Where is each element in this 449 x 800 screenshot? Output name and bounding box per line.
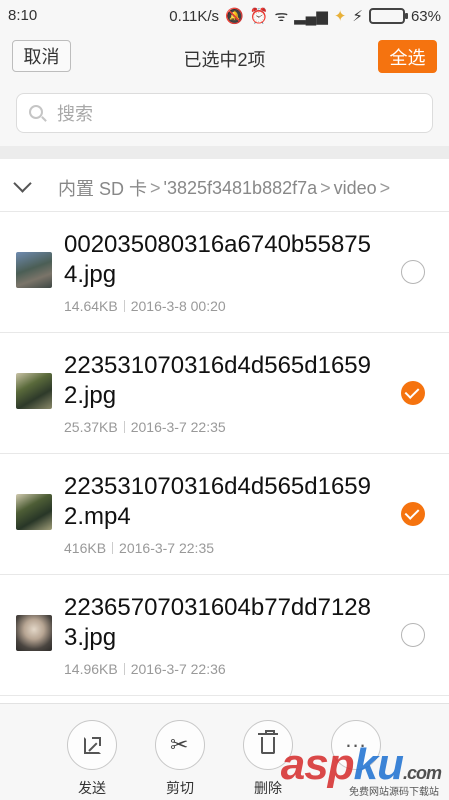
breadcrumb-separator: > — [320, 177, 331, 198]
signal-icon: ▂▄▆ — [294, 8, 328, 25]
section-divider — [0, 146, 449, 159]
breadcrumb-separator: > — [379, 177, 391, 198]
action-bar: 取消 已选中2项 全选 — [0, 32, 449, 82]
file-size: 25.37KB — [64, 419, 118, 435]
cut-button[interactable]: ✂ 剪切 — [152, 720, 208, 798]
select-all-button[interactable]: 全选 — [378, 40, 437, 73]
checkbox[interactable] — [401, 623, 425, 647]
send-label: 发送 — [78, 780, 106, 796]
file-size: 14.64KB — [64, 298, 118, 314]
file-meta: 14.96KB 2016-3-7 22:36 — [64, 661, 226, 677]
mute-icon: 🔕 — [225, 8, 244, 25]
search-box[interactable] — [16, 93, 433, 133]
list-item[interactable]: 223531070316d4d565d16592.jpg 25.37KB 2016… — [0, 333, 449, 454]
search-icon — [29, 105, 43, 119]
status-bar: 8:10 0.11K/s 🔕 ⏰ ᯤ ▂▄▆ ✦ ⚡ 63% — [0, 0, 449, 32]
checkbox[interactable] — [401, 260, 425, 284]
file-thumbnail — [16, 373, 52, 409]
breadcrumb-item-video[interactable]: video — [334, 178, 377, 199]
file-size: 416KB — [64, 540, 107, 556]
file-size: 14.96KB — [64, 661, 118, 677]
charging-icon: ⚡ — [352, 8, 363, 25]
battery-percent: 63% — [410, 7, 441, 25]
file-name: 223531070316d4d565d16592.mp4 — [64, 473, 371, 530]
status-time: 8:10 — [8, 7, 38, 24]
checkbox[interactable] — [401, 502, 425, 526]
file-thumbnail — [16, 494, 52, 530]
file-name: 22365707031604b77dd71283.jpg — [64, 594, 371, 651]
scissors-icon: ✂ — [170, 732, 189, 757]
chevron-down-icon[interactable] — [13, 174, 32, 193]
breadcrumb-item-sdcard[interactable]: 内置 SD 卡 — [58, 175, 147, 201]
file-meta: 14.64KB 2016-3-8 00:20 — [64, 298, 226, 314]
file-name: 223531070316d4d565d16592.jpg — [64, 352, 371, 409]
share-icon — [84, 737, 101, 754]
watermark-tagline: 免费网站源码下载站 — [349, 787, 439, 798]
list-item[interactable]: 22365707031604b77dd71283.jpg 14.96KB 2016… — [0, 575, 449, 696]
file-meta: 416KB 2016-3-7 22:35 — [64, 540, 214, 556]
file-thumbnail — [16, 252, 52, 288]
status-icons: 0.11K/s 🔕 ⏰ ᯤ ▂▄▆ ✦ ⚡ 63% — [169, 6, 441, 26]
list-item[interactable]: 002035080316a6740b558754.jpg 14.64KB 2016… — [0, 212, 449, 333]
wifi-icon: ᯤ — [274, 8, 289, 25]
bottom-toolbar: 发送 ✂ 剪切 删除 ... aspku.com 免费网站源码下载站 — [0, 703, 449, 800]
search-area — [0, 82, 449, 146]
checkbox[interactable] — [401, 381, 425, 405]
battery-icon — [368, 8, 408, 24]
breadcrumb-item-folder[interactable]: '3825f3481b882f7a — [164, 178, 318, 199]
file-date: 2016-3-7 22:36 — [130, 661, 226, 677]
file-date: 2016-3-8 00:20 — [130, 298, 226, 314]
send-button[interactable]: 发送 — [64, 720, 120, 798]
breadcrumb-separator: > — [150, 177, 161, 198]
network-speed: 0.11K/s — [169, 7, 220, 25]
cut-label: 剪切 — [166, 780, 194, 796]
file-date: 2016-3-7 22:35 — [119, 540, 215, 556]
data-icon: ✦ — [333, 8, 347, 25]
file-date: 2016-3-7 22:35 — [130, 419, 226, 435]
trash-icon — [258, 730, 278, 754]
file-name: 002035080316a6740b558754.jpg — [64, 231, 371, 288]
search-input[interactable] — [57, 100, 417, 128]
delete-label: 删除 — [254, 780, 282, 796]
list-item[interactable]: 223531070316d4d565d16592.mp4 416KB 2016-3… — [0, 454, 449, 575]
file-list: 002035080316a6740b558754.jpg 14.64KB 2016… — [0, 212, 449, 696]
file-meta: 25.37KB 2016-3-7 22:35 — [64, 419, 226, 435]
alarm-icon: ⏰ — [249, 8, 269, 25]
breadcrumb: 内置 SD 卡 > '3825f3481b882f7a > video > — [0, 159, 449, 212]
file-thumbnail — [16, 615, 52, 651]
